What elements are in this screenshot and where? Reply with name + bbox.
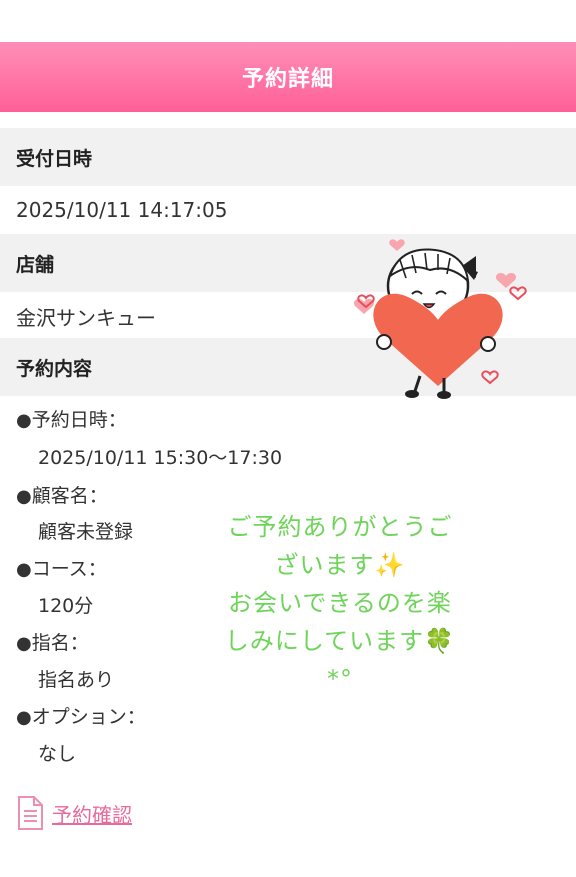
small-heart-icon — [389, 239, 405, 251]
detail-value-course: 120分 — [38, 595, 94, 617]
small-heart-icon — [495, 273, 517, 288]
reception-label: 受付日時 — [0, 128, 576, 186]
reception-value: 2025/10/11 14:17:05 — [16, 198, 228, 222]
overlay-line: しみにしています🍀 — [224, 627, 456, 655]
detail-label-option: ●オプション： — [16, 706, 146, 728]
bullet: ● — [16, 559, 32, 580]
small-heart-icon — [481, 370, 499, 385]
bullet: ● — [16, 486, 32, 507]
reservation-confirm-link[interactable]: 予約確認 — [16, 795, 132, 831]
bullet: ● — [16, 633, 32, 654]
overlay-message: ご予約ありがとうご ざいます✨ お会いできるのを楽 しみにしています🍀 *° — [180, 508, 500, 698]
detail-label-customer: ●顧客名： — [16, 485, 108, 507]
overlay-line: ご予約ありがとうご — [227, 513, 453, 541]
bullet: ● — [16, 707, 32, 728]
page-header: 予約詳細 — [0, 42, 576, 112]
detail-label-date: ●予約日時： — [16, 409, 127, 431]
small-heart-icon — [509, 286, 527, 301]
overlay-line: お会いできるのを楽 — [228, 589, 452, 617]
detail-label-course: ●コース： — [16, 558, 107, 580]
bullet: ● — [16, 410, 32, 431]
page-title: 予約詳細 — [241, 67, 334, 92]
detail-value-customer: 顧客未登録 — [38, 521, 134, 543]
girl-heart-sticker — [353, 239, 527, 399]
overlay-line: ざいます✨ — [274, 551, 406, 579]
detail-label-nomination: ●指名： — [16, 632, 89, 654]
document-icon — [18, 796, 43, 830]
overlay-line: *° — [327, 665, 353, 693]
store-value: 金沢サンキュー — [16, 306, 156, 330]
detail-value-option: なし — [38, 743, 77, 765]
detail-value-date: 2025/10/11 15:30〜17:30 — [38, 447, 283, 469]
detail-value-nomination: 指名あり — [38, 669, 115, 691]
reservation-confirm-label: 予約確認 — [52, 802, 132, 827]
